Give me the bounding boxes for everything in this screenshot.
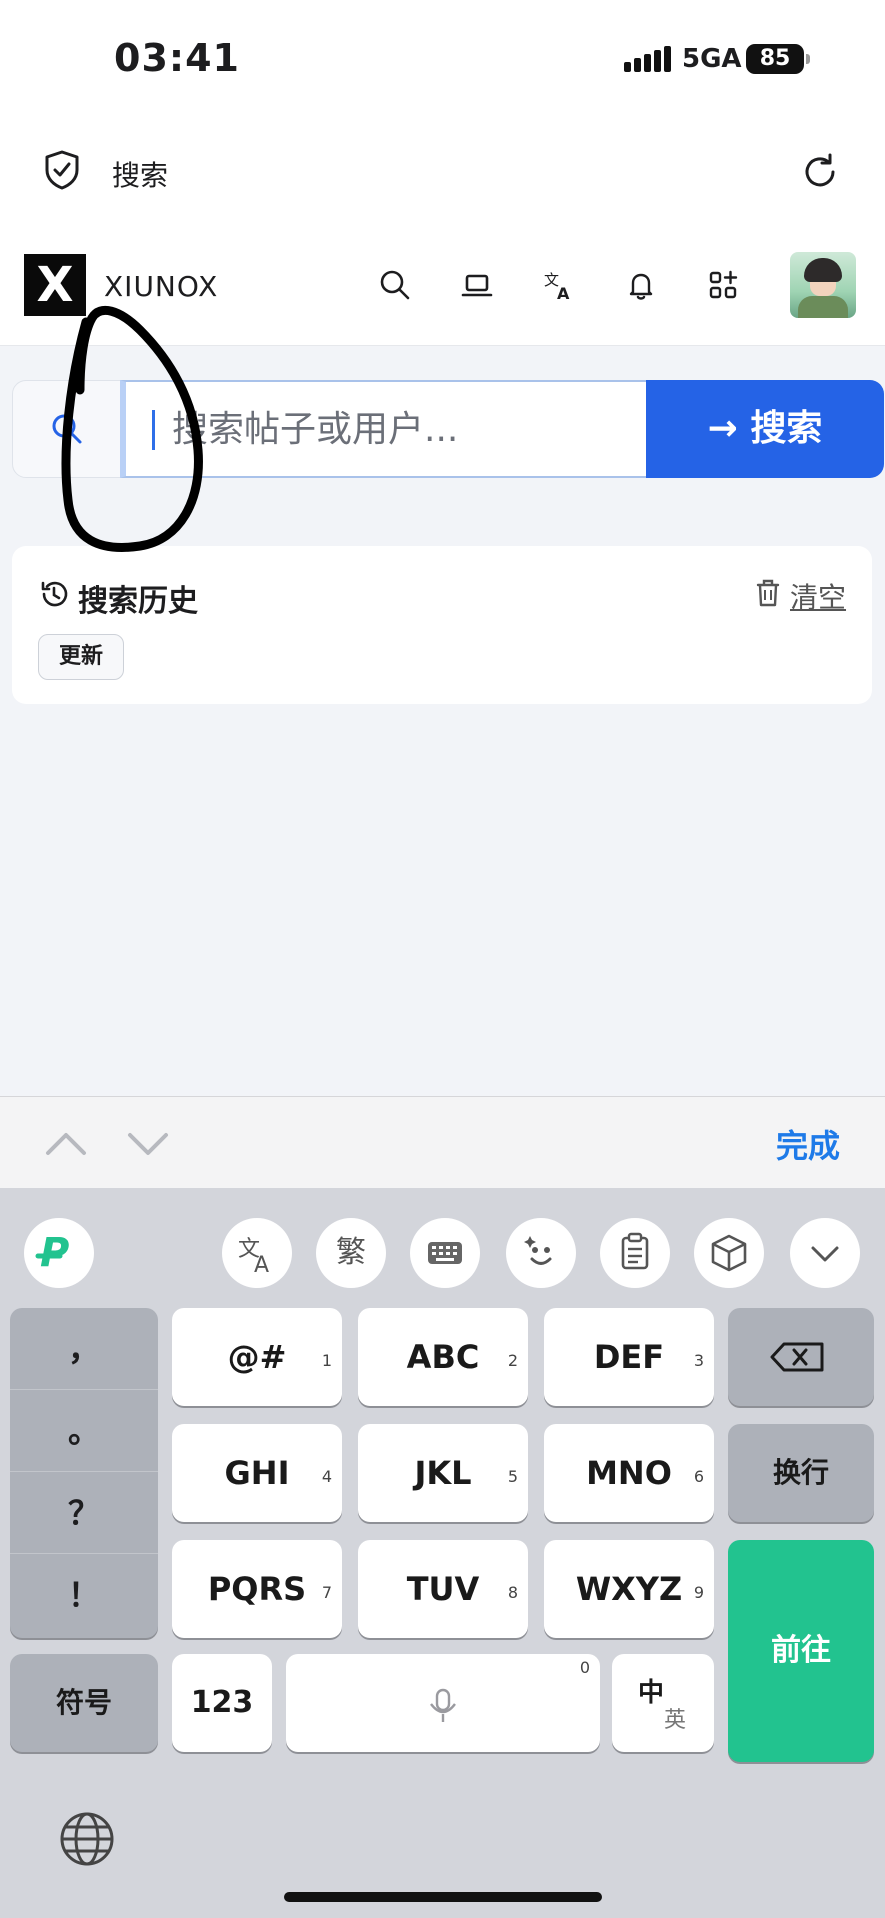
done-button[interactable]: 完成 bbox=[776, 1121, 840, 1167]
browser-bar: 搜索 bbox=[0, 120, 885, 230]
backspace-key[interactable] bbox=[728, 1308, 874, 1406]
emoji-icon[interactable] bbox=[506, 1218, 576, 1288]
key-ghi[interactable]: GHI 4 bbox=[172, 1424, 342, 1522]
search-button[interactable]: → 搜索 bbox=[646, 380, 884, 478]
shield-check-icon[interactable] bbox=[44, 150, 80, 190]
site-brand-name[interactable]: XIUNOX bbox=[104, 270, 218, 303]
chevron-down-icon[interactable] bbox=[126, 1123, 170, 1163]
key-abc[interactable]: ABC 2 bbox=[358, 1308, 528, 1406]
microphone-icon bbox=[430, 1688, 456, 1722]
search-bar: → 搜索 bbox=[12, 380, 884, 478]
newline-key[interactable]: 换行 bbox=[728, 1424, 874, 1522]
laptop-icon[interactable] bbox=[460, 268, 494, 302]
status-time: 03:41 bbox=[114, 36, 240, 80]
punctuation-column: ， 。 ？ ！ bbox=[10, 1308, 158, 1638]
space-key[interactable]: 0 bbox=[286, 1654, 600, 1752]
translate-icon[interactable]: 文 A bbox=[542, 268, 576, 302]
status-bar: 03:41 5GA 85 bbox=[0, 0, 885, 120]
cellular-signal-icon bbox=[624, 46, 671, 72]
svg-text:A: A bbox=[254, 1253, 269, 1278]
punct-period-key[interactable]: 。 bbox=[10, 1390, 158, 1472]
site-header: X XIUNOX 文 A bbox=[0, 230, 885, 346]
punct-comma-key[interactable]: ， bbox=[10, 1308, 158, 1390]
translate-icon[interactable]: 文A bbox=[222, 1218, 292, 1288]
key-pqrs[interactable]: PQRS 7 bbox=[172, 1540, 342, 1638]
ime-logo-icon[interactable]: P bbox=[24, 1218, 94, 1288]
punct-exclaim-key[interactable]: ！ bbox=[10, 1554, 158, 1636]
chevron-up-icon[interactable] bbox=[44, 1123, 88, 1163]
history-tag[interactable]: 更新 bbox=[38, 634, 125, 680]
apps-grid-icon[interactable] bbox=[706, 268, 740, 302]
reload-icon[interactable] bbox=[800, 152, 840, 192]
trash-icon[interactable] bbox=[754, 578, 782, 608]
language-switch-key[interactable]: 中 英 bbox=[612, 1654, 714, 1752]
user-avatar[interactable] bbox=[790, 252, 856, 318]
backspace-icon bbox=[770, 1342, 824, 1372]
svg-text:A: A bbox=[557, 284, 570, 302]
symbols-key[interactable]: 符号 bbox=[10, 1654, 158, 1752]
search-icon bbox=[52, 414, 82, 444]
text-cursor bbox=[152, 410, 155, 450]
key-tuv[interactable]: TUV 8 bbox=[358, 1540, 528, 1638]
site-logo[interactable]: X bbox=[24, 254, 86, 316]
collapse-keyboard-icon[interactable] bbox=[790, 1218, 860, 1288]
key-def[interactable]: DEF 3 bbox=[544, 1308, 714, 1406]
globe-icon[interactable] bbox=[58, 1810, 116, 1868]
battery-indicator: 85 bbox=[746, 44, 810, 74]
history-title: 搜索历史 bbox=[78, 584, 198, 619]
key-jkl[interactable]: JKL 5 bbox=[358, 1424, 528, 1522]
keyboard-toolbar: 完成 bbox=[0, 1096, 885, 1188]
search-input[interactable] bbox=[120, 380, 656, 478]
home-indicator bbox=[284, 1892, 602, 1902]
search-icon-box[interactable] bbox=[12, 380, 122, 478]
search-history-panel: 搜索历史 清空 更新 bbox=[12, 546, 872, 704]
history-icon bbox=[41, 581, 68, 607]
network-type: 5GA bbox=[682, 44, 742, 74]
clipboard-icon[interactable] bbox=[600, 1218, 670, 1288]
clear-history-link[interactable]: 清空 bbox=[790, 576, 846, 616]
bell-icon[interactable] bbox=[624, 268, 658, 302]
keyboard-layout-icon[interactable] bbox=[410, 1218, 480, 1288]
key-wxyz[interactable]: WXYZ 9 bbox=[544, 1540, 714, 1638]
search-icon[interactable] bbox=[378, 268, 412, 302]
key-symbols-1[interactable]: @# 1 bbox=[172, 1308, 342, 1406]
browser-page-title: 搜索 bbox=[112, 159, 169, 192]
numbers-key[interactable]: 123 bbox=[172, 1654, 272, 1752]
go-button[interactable]: 前往 bbox=[728, 1540, 874, 1762]
key-mno[interactable]: MNO 6 bbox=[544, 1424, 714, 1522]
svg-text:P: P bbox=[40, 1230, 69, 1276]
traditional-chinese-toggle[interactable]: 繁 bbox=[316, 1218, 386, 1288]
keyboard: P 文A 繁 ， 。 ？ ！ @# 1 ABC 2 DEF 3 GHI 4 JKL 5 M… bbox=[0, 1188, 885, 1918]
punct-question-key[interactable]: ？ bbox=[10, 1472, 158, 1554]
cube-icon[interactable] bbox=[694, 1218, 764, 1288]
